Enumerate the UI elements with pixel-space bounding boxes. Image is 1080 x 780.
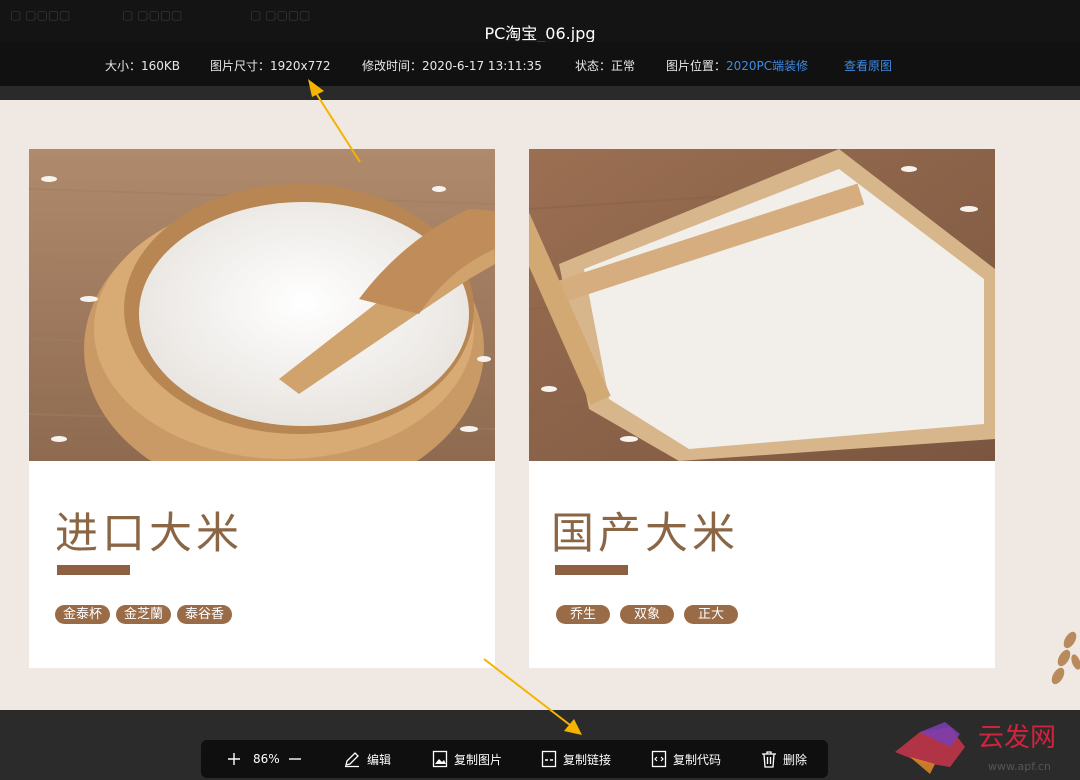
plus-icon — [228, 753, 240, 765]
background-toolbar-row — [0, 86, 1080, 100]
zoom-level: 86% — [253, 752, 280, 766]
delete-label: 删除 — [783, 752, 808, 767]
copy-image-label: 复制图片 — [454, 752, 503, 767]
brand-tags: 金泰杯 金芝蘭 泰谷香 — [55, 605, 233, 624]
trash-icon — [762, 751, 776, 768]
image-filename: PC淘宝_06.jpg — [484, 24, 596, 43]
pencil-icon — [345, 752, 359, 768]
info-status: 状态：正常 — [575, 59, 636, 73]
minus-icon — [289, 758, 301, 760]
brand-tag: 双象 — [620, 605, 675, 624]
copy-image-button[interactable]: 复制图片 — [432, 740, 502, 778]
brand-tag: 正大 — [684, 605, 739, 624]
info-modified-time: 修改时间：2020-6-17 13:11:35 — [362, 59, 542, 73]
site-watermark: 云发网 www.apf.cn — [895, 722, 1056, 774]
product-card-domestic: 国产大米 乔生 双象 正大 — [529, 149, 995, 668]
info-location: 图片位置：2020PC端装修 — [666, 59, 809, 73]
edit-button[interactable]: 编辑 — [343, 740, 391, 778]
link-icon — [541, 750, 557, 768]
view-original-link[interactable]: 查看原图 — [844, 57, 892, 74]
zoom-out-button[interactable] — [288, 740, 308, 778]
title-underline — [57, 565, 130, 575]
card-title: 进口大米 — [55, 509, 243, 559]
brand-tags: 乔生 双象 正大 — [556, 605, 742, 624]
watermark-url: www.apf.cn — [988, 760, 1051, 773]
location-link[interactable]: 2020PC端装修 — [726, 59, 808, 73]
delete-button[interactable]: 删除 — [761, 740, 807, 778]
copy-code-button[interactable]: 复制代码 — [651, 740, 721, 778]
wheat-decoration — [1051, 631, 1080, 685]
image-toolbar: 86% 编辑 复制图片 复制链接 复制代码 删除 — [201, 740, 828, 778]
brand-tag: 泰谷香 — [177, 605, 233, 624]
brand-tag: 金芝蘭 — [116, 605, 172, 624]
product-card-imported: 进口大米 金泰杯 金芝蘭 泰谷香 — [29, 149, 495, 668]
rice-tray-photo — [529, 149, 995, 461]
image-preview: 进口大米 金泰杯 金芝蘭 泰谷香 国产大米 乔生 双象 正大 — [0, 100, 1080, 710]
edit-label: 编辑 — [367, 752, 392, 767]
watermark-brand: 云发网 — [978, 723, 1056, 753]
image-info-bar: 大小：160KB 图片尺寸：1920x772 修改时间：2020-6-17 13… — [0, 42, 1080, 86]
card-title: 国产大米 — [551, 509, 739, 559]
title-underline — [555, 565, 628, 575]
code-icon — [651, 750, 667, 768]
rice-bowl-photo — [29, 149, 495, 461]
copy-code-label: 复制代码 — [673, 752, 722, 767]
copy-link-button[interactable]: 复制链接 — [541, 740, 611, 778]
image-viewer: ▢ ▢▢▢▢ ▢ ▢▢▢▢ ▢ ▢▢▢▢ PC淘宝_06.jpg 大小：160K… — [0, 0, 1080, 780]
zoom-in-button[interactable] — [227, 740, 247, 778]
copy-link-label: 复制链接 — [563, 752, 612, 767]
info-size: 大小：160KB — [105, 59, 181, 73]
image-icon — [432, 750, 448, 768]
brand-tag: 乔生 — [556, 605, 611, 624]
info-dimensions: 图片尺寸：1920x772 — [210, 59, 331, 73]
brand-tag: 金泰杯 — [55, 605, 111, 624]
